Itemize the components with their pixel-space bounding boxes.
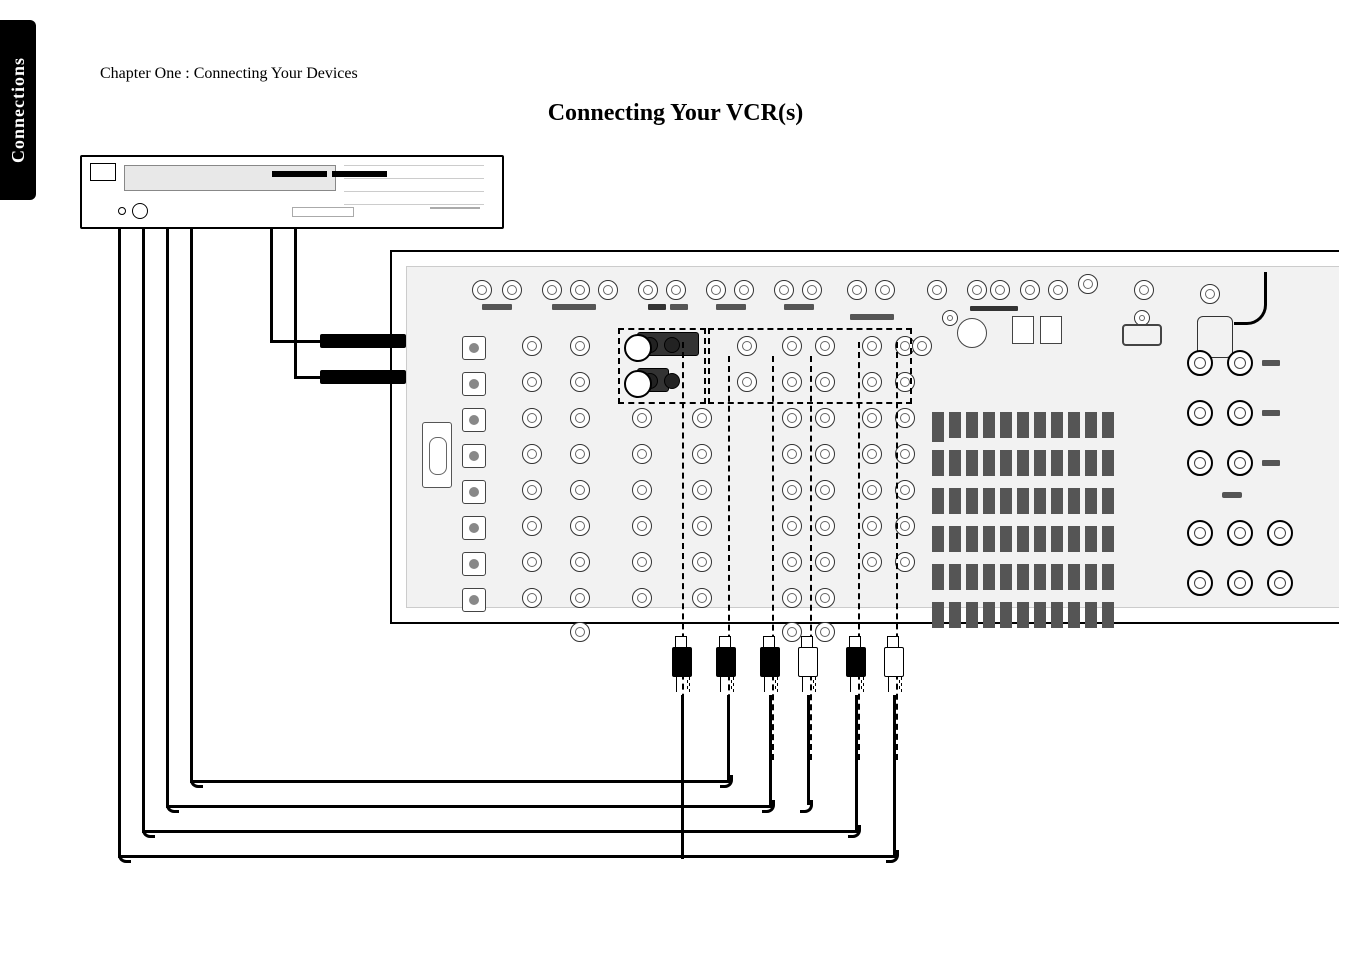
plug-audio-out-l bbox=[716, 636, 734, 692]
plug-audio-out-r bbox=[760, 636, 778, 692]
vcr-unit-illustration bbox=[80, 155, 504, 229]
data-port bbox=[422, 422, 452, 488]
highlight-sv-box bbox=[618, 328, 706, 404]
section-title: Connecting Your VCR(s) bbox=[0, 100, 1351, 127]
chapter-header: Chapter One : Connecting Your Devices bbox=[100, 65, 358, 83]
heatsink-block bbox=[932, 412, 1114, 628]
plug-audio-in-l bbox=[846, 636, 864, 692]
plug-video-out bbox=[798, 636, 816, 692]
plug-sv-out bbox=[672, 636, 690, 692]
plug-audio-in-r bbox=[884, 636, 902, 692]
receiver-rear-panel-illustration bbox=[390, 250, 1339, 624]
